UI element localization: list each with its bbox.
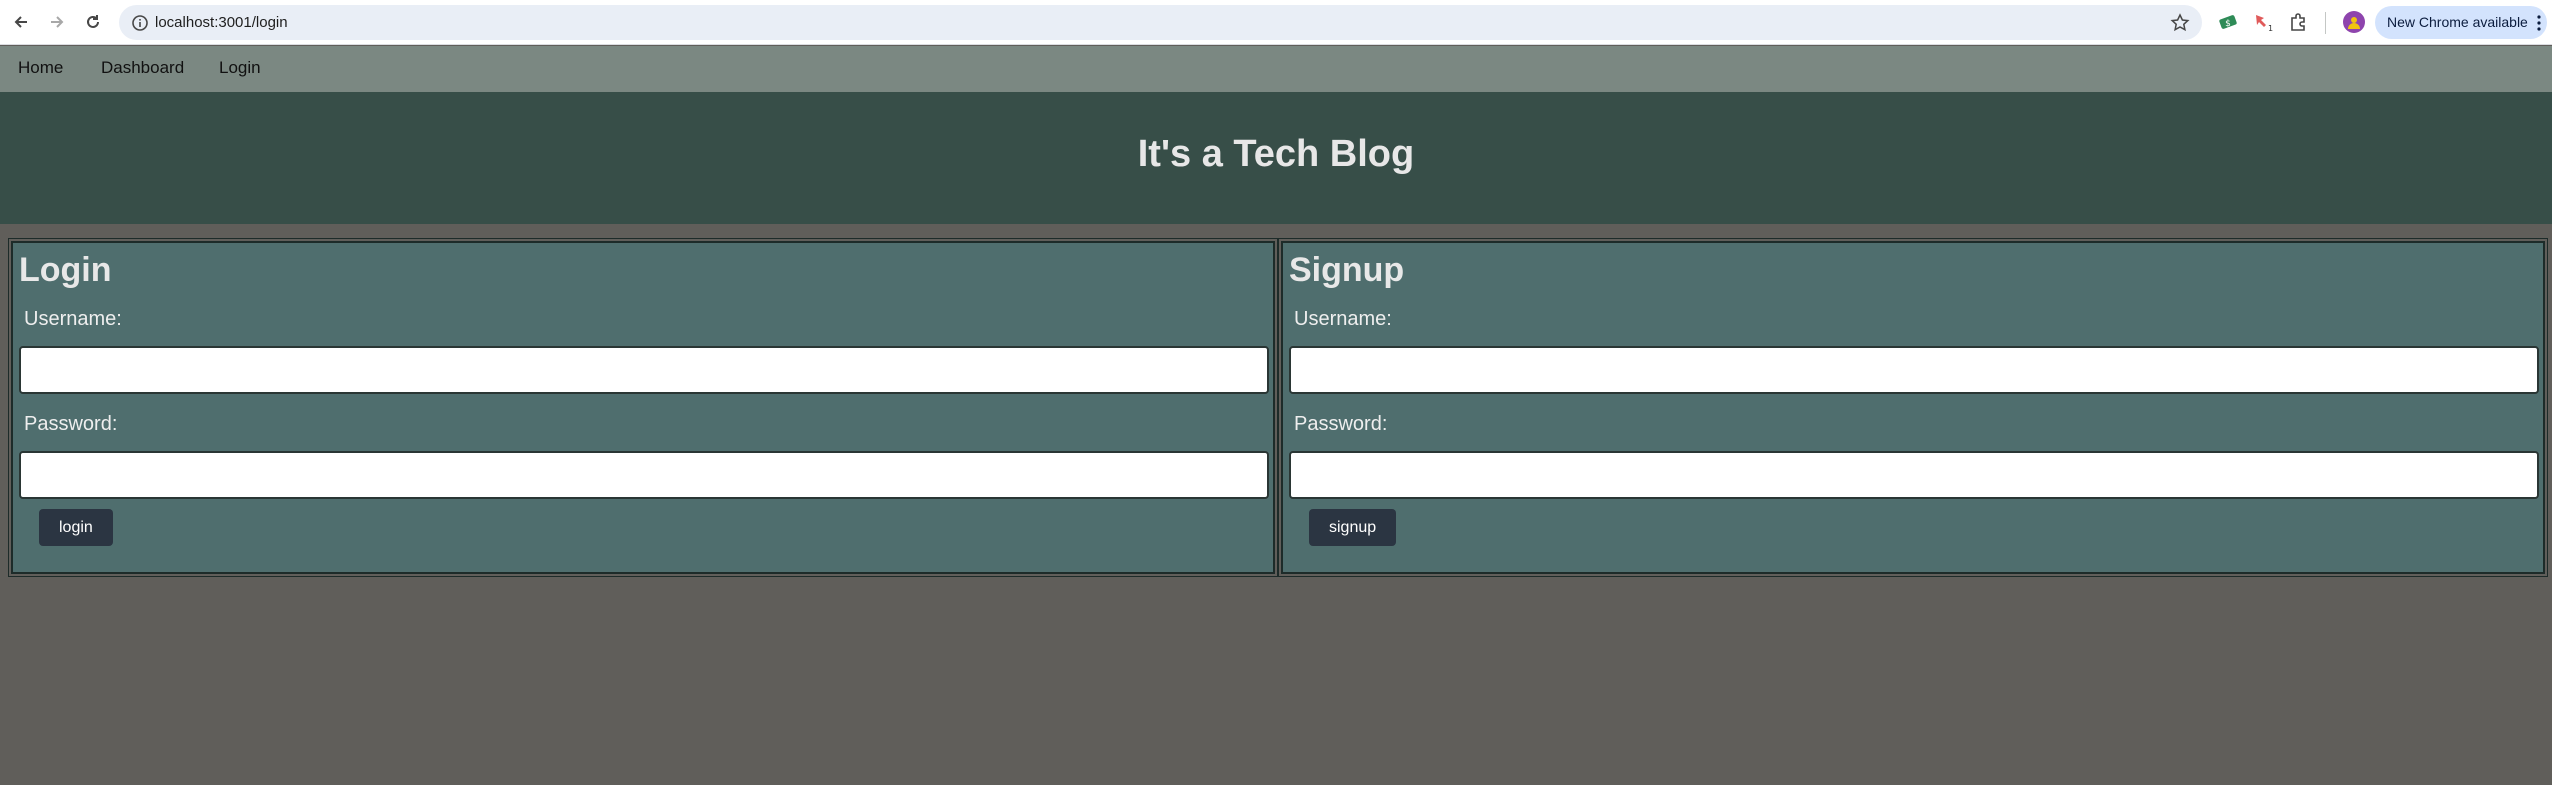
nav-home-link[interactable]: Home [18,46,63,90]
info-icon[interactable] [131,14,149,32]
login-username-input[interactable] [19,346,1269,394]
signup-username-label: Username: [1294,308,1392,330]
browser-toolbar: localhost:3001/login $ 1 New Chrome avai… [0,0,2552,45]
login-panel: Login Username: Password: login [8,238,1278,577]
update-label: New Chrome available [2387,14,2528,30]
signup-button[interactable]: signup [1309,509,1397,546]
nav-login-link[interactable]: Login [219,46,261,90]
reload-button[interactable] [78,7,108,37]
site-header: It's a Tech Blog [0,92,2552,224]
toolbar-divider [2325,12,2326,34]
arrow-right-icon [51,16,64,28]
bookmark-star-icon[interactable] [2170,13,2190,33]
chrome-update-button[interactable]: New Chrome available [2375,6,2547,39]
arrow-left-icon [14,16,27,28]
url-text[interactable]: localhost:3001/login [155,5,288,40]
svg-text:$: $ [2225,19,2231,29]
extension-badge: 1 [2268,24,2273,33]
extension-cursor-icon[interactable]: 1 [2252,11,2274,33]
signup-password-label: Password: [1294,413,1388,435]
signup-heading: Signup [1289,251,1405,289]
signup-username-input[interactable] [1289,346,2539,394]
signup-password-input[interactable] [1289,451,2539,499]
login-button[interactable]: login [39,509,113,546]
login-password-input[interactable] [19,451,1269,499]
login-password-label: Password: [24,413,118,435]
login-username-label: Username: [24,308,122,330]
page-title: It's a Tech Blog [1137,133,1415,175]
back-button[interactable] [6,7,36,37]
address-bar[interactable]: localhost:3001/login [119,5,2202,40]
profile-icon [2348,17,2360,29]
signup-panel: Signup Username: Password: signup [1278,238,2548,577]
extension-dollar-icon[interactable]: $ [2217,11,2239,33]
login-heading: Login [19,251,112,289]
more-vert-icon [2537,15,2541,31]
site-nav: Home Dashboard Login [0,46,2552,92]
profile-avatar[interactable] [2343,11,2365,33]
nav-dashboard-link[interactable]: Dashboard [101,46,184,90]
extensions-puzzle-icon[interactable] [2287,11,2309,33]
reload-icon [87,15,99,28]
forward-button[interactable] [42,7,72,37]
